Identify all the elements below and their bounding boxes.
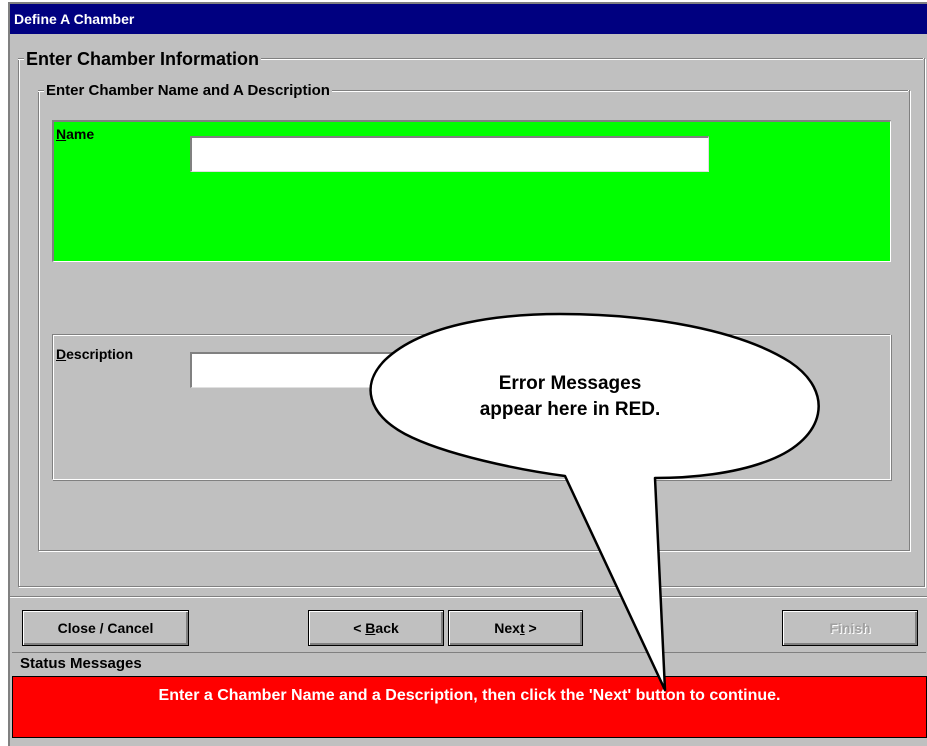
callout-line-1: Error Messages — [498, 373, 642, 394]
callout-line-2: appear here in RED. — [479, 399, 661, 420]
callout-text: Error Messages appear here in RED. — [440, 371, 700, 423]
